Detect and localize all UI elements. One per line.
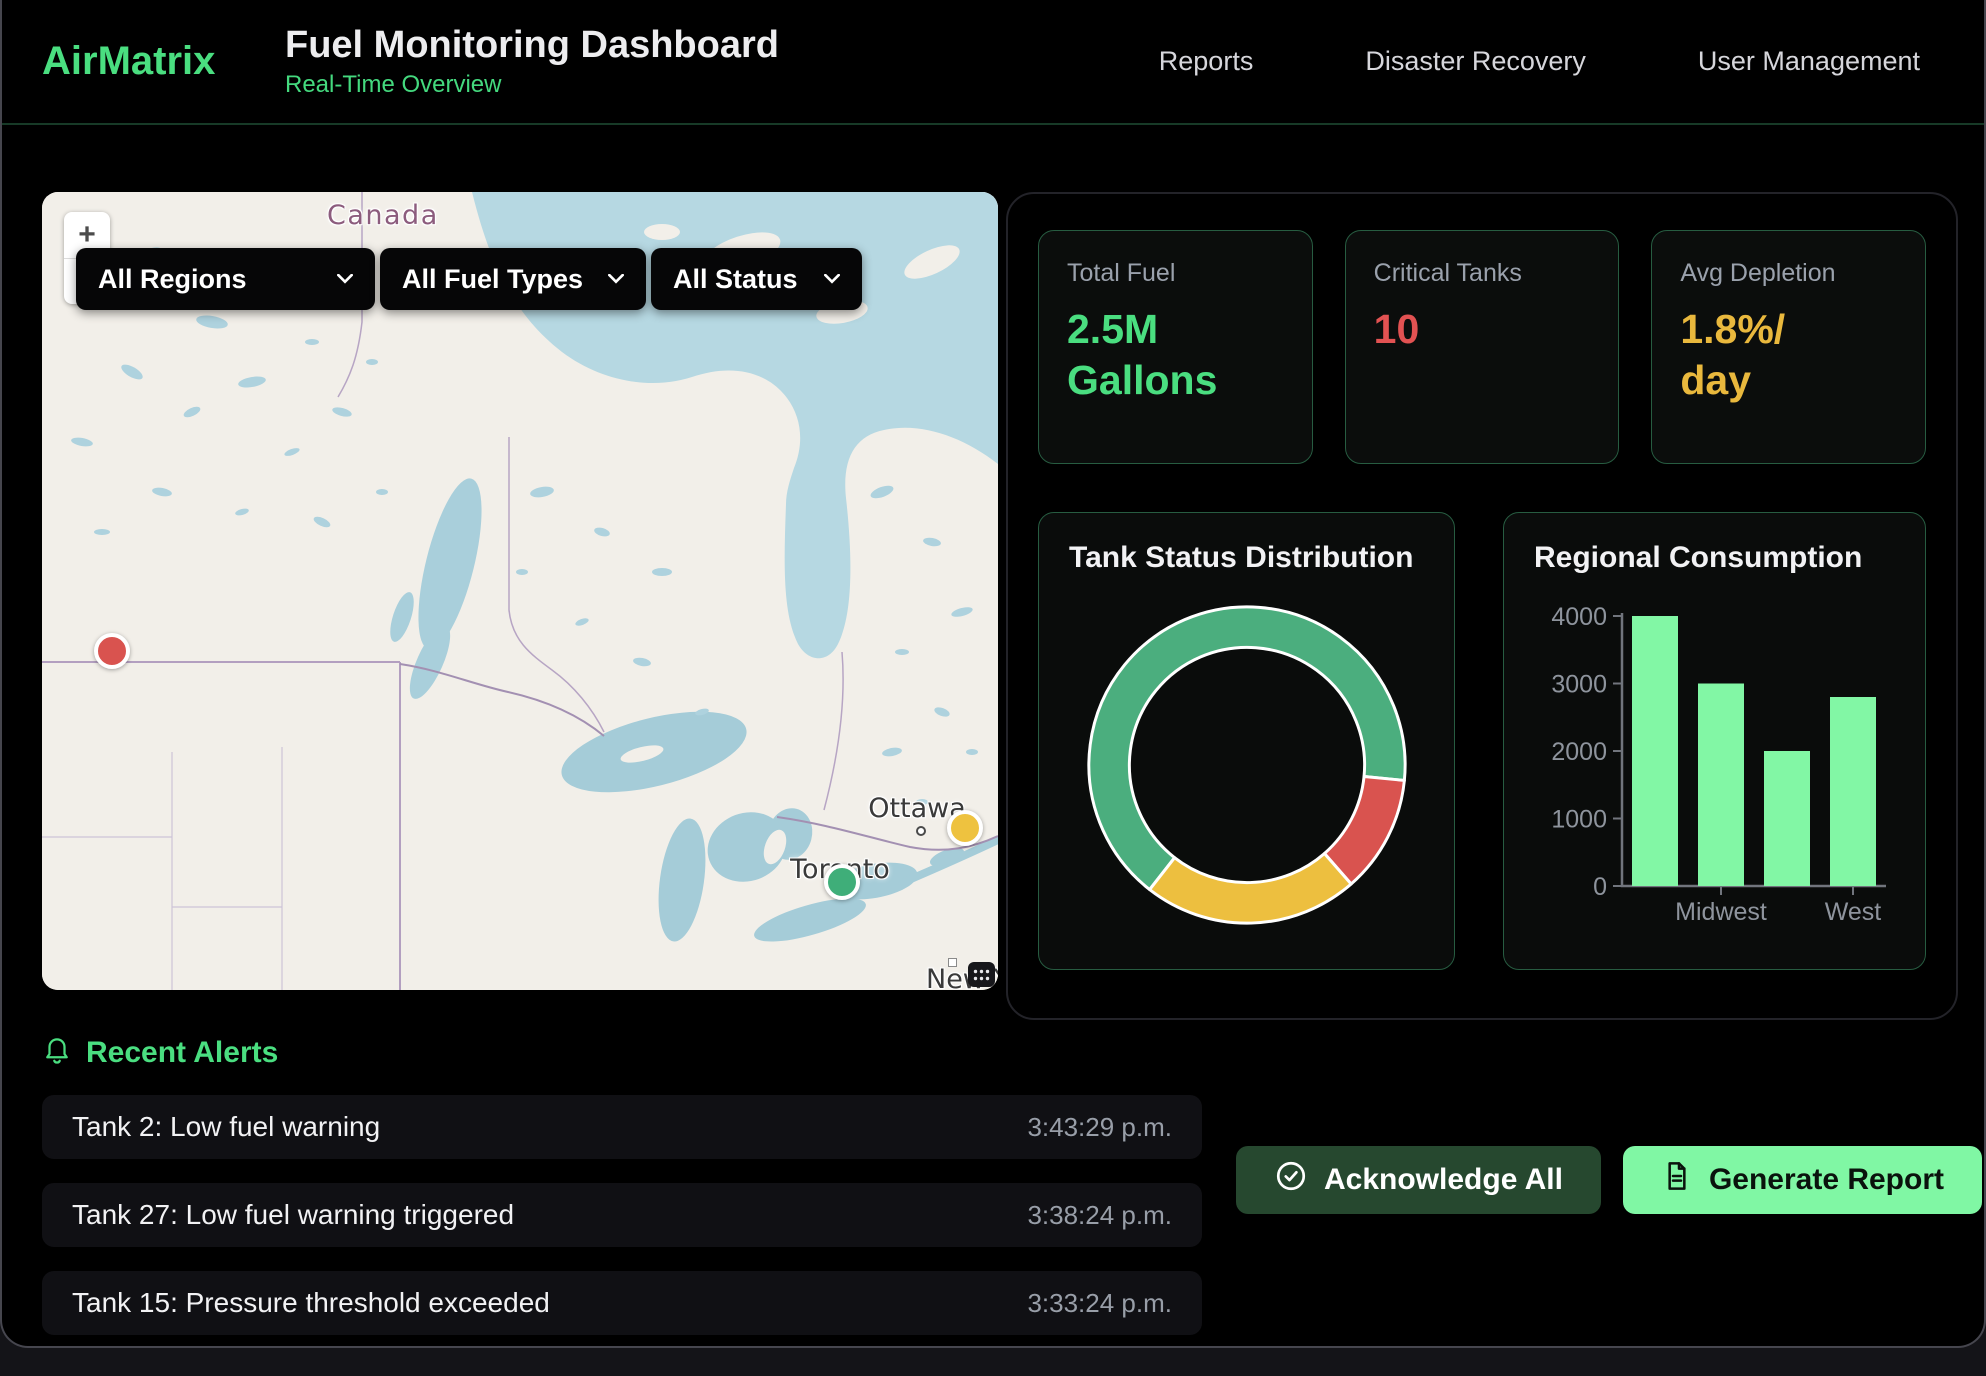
acknowledge-all-label: Acknowledge All xyxy=(1324,1163,1563,1197)
svg-text:3000: 3000 xyxy=(1551,671,1607,699)
map-label-canada: Canada xyxy=(327,200,439,231)
chart-title: Tank Status Distribution xyxy=(1069,541,1424,575)
alert-row[interactable]: Tank 2: Low fuel warning 3:43:29 p.m. xyxy=(42,1095,1202,1159)
alerts-header: Recent Alerts xyxy=(42,1034,1202,1071)
alert-time: 3:38:24 p.m. xyxy=(1027,1200,1172,1231)
svg-text:Midwest: Midwest xyxy=(1675,898,1767,926)
page-title: Fuel Monitoring Dashboard xyxy=(285,24,779,67)
title-block: Fuel Monitoring Dashboard Real-Time Over… xyxy=(285,24,779,99)
fuel-type-filter-value: All Fuel Types xyxy=(402,264,583,295)
stat-label: Avg Depletion xyxy=(1680,259,1897,288)
ottawa-town-icon xyxy=(916,826,926,836)
svg-text:West: West xyxy=(1825,898,1882,926)
stat-label: Total Fuel xyxy=(1067,259,1284,288)
map-marker-warning[interactable] xyxy=(947,810,983,846)
alerts-title: Recent Alerts xyxy=(86,1036,278,1070)
region-filter-value: All Regions xyxy=(98,264,247,295)
region-filter-select[interactable]: All Regions xyxy=(76,248,375,310)
regional-consumption-bar-chart: 0 1000 2000 3000 4000 Midwest West xyxy=(1534,583,1895,928)
alert-message: Tank 15: Pressure threshold exceeded xyxy=(72,1287,550,1319)
stat-cards: Total Fuel 2.5M Gallons Critical Tanks 1… xyxy=(1038,230,1926,464)
chevron-down-icon xyxy=(337,274,353,284)
main-content: Canada Ottawa Toronto New York + − All R… xyxy=(42,192,1958,1020)
check-circle-icon xyxy=(1274,1159,1308,1201)
map-marker-normal[interactable] xyxy=(824,864,860,900)
svg-text:4000: 4000 xyxy=(1551,603,1607,631)
map-filters: All Regions All Fuel Types All Status xyxy=(76,248,862,310)
fuel-type-filter-select[interactable]: All Fuel Types xyxy=(380,248,646,310)
stat-value-1: 10 xyxy=(1374,304,1591,355)
page-subtitle: Real-Time Overview xyxy=(285,71,779,99)
nav-disaster-recovery[interactable]: Disaster Recovery xyxy=(1365,46,1586,77)
chevron-down-icon xyxy=(608,274,624,284)
alerts-section: Recent Alerts Tank 2: Low fuel warning 3… xyxy=(42,1034,1952,1335)
tank-status-donut-chart xyxy=(1079,597,1415,933)
document-icon xyxy=(1661,1160,1693,1200)
alert-row[interactable]: Tank 15: Pressure threshold exceeded 3:3… xyxy=(42,1271,1202,1335)
regional-consumption-chart-card: Regional Consumption 0 1000 2000 3000 4000 Mi… xyxy=(1503,512,1926,970)
status-filter-value: All Status xyxy=(673,264,798,295)
summary-panel: Total Fuel 2.5M Gallons Critical Tanks 1… xyxy=(1006,192,1958,1020)
generate-report-button[interactable]: Generate Report xyxy=(1623,1146,1982,1214)
chart-title: Regional Consumption xyxy=(1534,541,1895,575)
acknowledge-all-button[interactable]: Acknowledge All xyxy=(1236,1146,1601,1214)
chart-cards: Tank Status Distribution Regional Consum… xyxy=(1038,512,1926,970)
stat-value-0: 2.5M Gallons xyxy=(1067,304,1284,406)
stat-card-total-fuel: Total Fuel 2.5M Gallons xyxy=(1038,230,1313,464)
nav-reports[interactable]: Reports xyxy=(1159,46,1254,77)
map-drag-handle-icon[interactable] xyxy=(968,962,995,987)
header: AirMatrix Fuel Monitoring Dashboard Real… xyxy=(2,0,1984,125)
fuel-map[interactable]: Canada Ottawa Toronto New York + − All R… xyxy=(42,192,998,990)
generate-report-label: Generate Report xyxy=(1709,1163,1944,1197)
alert-time: 3:33:24 p.m. xyxy=(1027,1288,1172,1319)
svg-text:0: 0 xyxy=(1593,873,1607,901)
stat-card-avg-depletion: Avg Depletion 1.8%/ day xyxy=(1651,230,1926,464)
svg-text:1000: 1000 xyxy=(1551,806,1607,834)
new-york-town-icon xyxy=(948,958,957,967)
alert-row[interactable]: Tank 27: Low fuel warning triggered 3:38… xyxy=(42,1183,1202,1247)
stat-card-critical-tanks: Critical Tanks 10 xyxy=(1345,230,1620,464)
chevron-down-icon xyxy=(824,274,840,284)
recent-alerts: Recent Alerts Tank 2: Low fuel warning 3… xyxy=(42,1034,1202,1335)
stat-value-2: 1.8%/ day xyxy=(1680,304,1897,406)
alert-time: 3:43:29 p.m. xyxy=(1027,1112,1172,1143)
alert-actions: Acknowledge All Generate Report xyxy=(1236,1146,1982,1335)
map-marker-critical[interactable] xyxy=(94,633,130,669)
app-frame: AirMatrix Fuel Monitoring Dashboard Real… xyxy=(0,0,1986,1348)
alert-message: Tank 27: Low fuel warning triggered xyxy=(72,1199,514,1231)
bell-icon xyxy=(42,1034,72,1071)
alert-message: Tank 2: Low fuel warning xyxy=(72,1111,380,1143)
svg-text:2000: 2000 xyxy=(1551,738,1607,766)
status-filter-select[interactable]: All Status xyxy=(651,248,862,310)
tank-status-chart-card: Tank Status Distribution xyxy=(1038,512,1455,970)
stat-label: Critical Tanks xyxy=(1374,259,1591,288)
main-nav: Reports Disaster Recovery User Managemen… xyxy=(1159,46,1920,77)
alert-list: Tank 2: Low fuel warning 3:43:29 p.m. Ta… xyxy=(42,1095,1202,1335)
nav-user-management[interactable]: User Management xyxy=(1698,46,1920,77)
app-logo: AirMatrix xyxy=(42,39,285,84)
